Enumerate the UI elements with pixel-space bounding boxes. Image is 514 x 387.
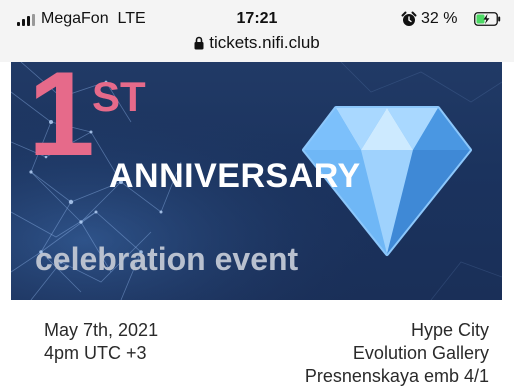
status-row: MegaFon LTE 17:21 32 % [0,9,514,31]
alarm-icon [401,11,417,26]
venue-address: Presnenskaya emb 4/1 [304,366,489,386]
url-text: tickets.nifi.club [209,33,320,52]
event-details: May 7th, 2021 4pm UTC +3 Hype City Evolu… [0,300,514,387]
status-bar: MegaFon LTE 17:21 32 % tickets.nifi.club [0,0,514,62]
lock-icon [194,36,204,50]
ordinal-number: 1 [28,62,95,181]
event-date: May 7th, 2021 [44,320,159,340]
phone-screen: MegaFon LTE 17:21 32 % tickets.nifi.club… [0,0,514,387]
venue-name: Hype City [410,320,489,340]
event-banner: 1 ST ANNIVERSARY celebration event [11,62,502,300]
venue-hall: Evolution Gallery [352,343,489,363]
address-bar[interactable]: tickets.nifi.club [0,33,514,53]
banner-subheadline: celebration event [35,241,299,277]
banner-headline: ANNIVERSARY [109,157,361,195]
event-time: 4pm UTC +3 [44,343,147,363]
battery-charging-icon [474,12,501,26]
ordinal-suffix: ST [92,73,146,120]
battery-percent: 32 % [421,10,458,27]
